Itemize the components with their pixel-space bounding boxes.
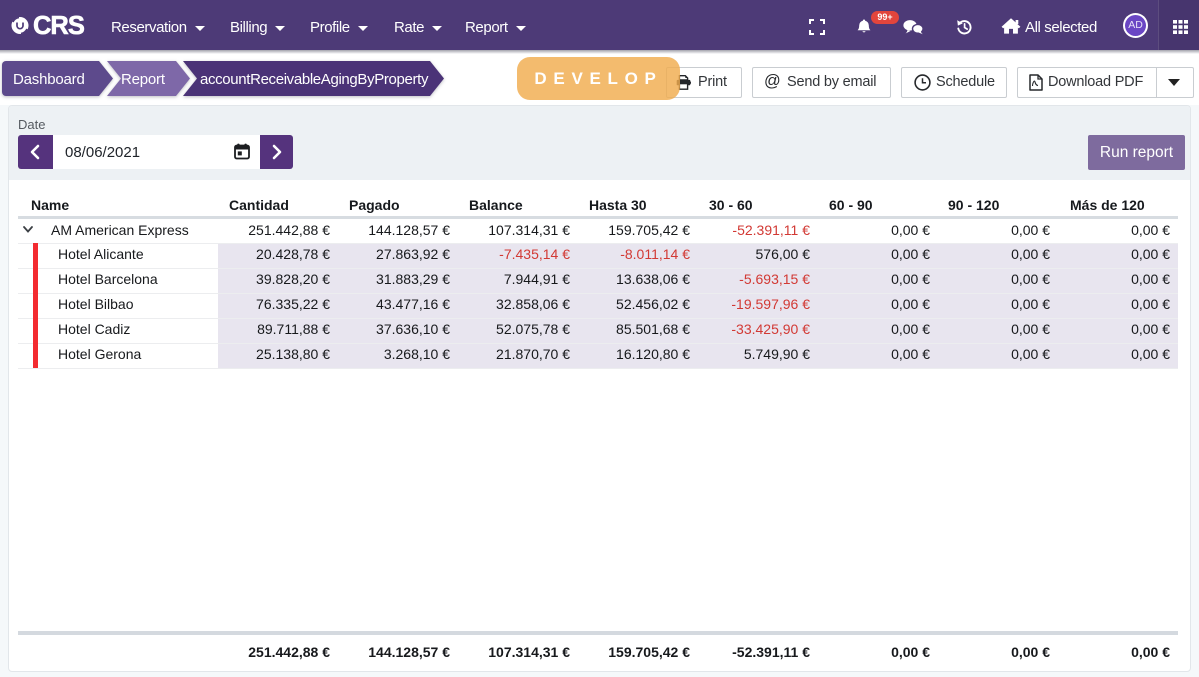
svg-text:Dashboard: Dashboard: [13, 71, 85, 88]
svg-text:Report: Report: [121, 71, 166, 88]
svg-text:accountReceivableAgingByProper: accountReceivableAgingByProperty: [200, 71, 429, 88]
